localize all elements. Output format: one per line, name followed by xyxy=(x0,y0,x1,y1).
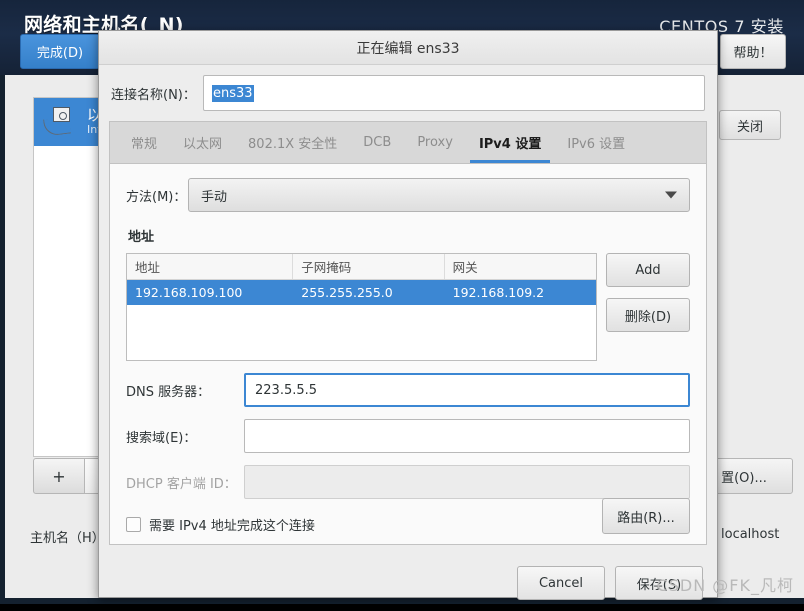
ipv4-settings-panel: 方法(M)： 手动 地址 地址 子网掩码 网关 192.168.109.100 … xyxy=(109,163,707,545)
connection-name-row: 连接名称(N)： ens33 xyxy=(99,65,717,121)
help-button[interactable]: 帮助！ xyxy=(720,34,786,69)
require-ipv4-checkbox[interactable] xyxy=(126,517,141,532)
dns-label: DNS 服务器： xyxy=(126,381,244,400)
add-device-button[interactable]: + xyxy=(33,458,85,494)
dialog-title: 正在编辑 ens33 xyxy=(356,38,459,58)
addresses-buttons: Add 删除(D) xyxy=(606,253,690,332)
table-row[interactable]: 192.168.109.100 255.255.255.0 192.168.10… xyxy=(127,280,596,305)
tab-dcb[interactable]: DCB xyxy=(350,122,404,163)
dhcp-client-id-label: DHCP 客户端 ID： xyxy=(126,473,244,492)
tab-proxy[interactable]: Proxy xyxy=(404,122,466,163)
cancel-button-label: Cancel xyxy=(539,576,583,591)
connection-name-input[interactable]: ens33 xyxy=(203,75,705,111)
done-button[interactable]: 完成(D) xyxy=(20,34,100,69)
tab-ipv6-settings-label: IPv6 设置 xyxy=(567,133,625,152)
dns-input[interactable]: 223.5.5.5 xyxy=(244,373,690,407)
tab-dcb-label: DCB xyxy=(363,135,391,150)
close-button-label: 关闭 xyxy=(737,116,763,135)
chevron-down-icon xyxy=(665,192,677,199)
cell-address: 192.168.109.100 xyxy=(127,280,293,305)
add-address-button[interactable]: Add xyxy=(606,253,690,287)
done-button-label: 完成(D) xyxy=(37,42,83,61)
table-header-row: 地址 子网掩码 网关 xyxy=(127,254,596,280)
tab-ipv4-settings[interactable]: IPv4 设置 xyxy=(466,122,554,163)
dialog-titlebar: 正在编辑 ens33 xyxy=(99,31,717,65)
addresses-area: 地址 子网掩码 网关 192.168.109.100 255.255.255.0… xyxy=(126,253,690,361)
tab-8021x-security[interactable]: 802.1X 安全性 xyxy=(235,122,350,163)
routes-button[interactable]: 路由(R)... xyxy=(602,498,690,534)
add-address-label: Add xyxy=(635,263,660,278)
delete-address-label: 删除(D) xyxy=(625,306,671,325)
search-domains-input[interactable] xyxy=(244,419,690,453)
column-header-address: 地址 xyxy=(127,254,293,279)
edit-connection-dialog: 正在编辑 ens33 连接名称(N)： ens33 常规 以太网 802.1X … xyxy=(98,30,718,598)
connection-name-label: 连接名称(N)： xyxy=(111,84,203,103)
ethernet-icon xyxy=(44,107,78,137)
routes-button-label: 路由(R)... xyxy=(617,507,675,526)
method-select-value: 手动 xyxy=(201,186,227,205)
cell-gateway: 192.168.109.2 xyxy=(445,280,596,305)
tab-ethernet-label: 以太网 xyxy=(183,133,222,152)
cell-netmask: 255.255.255.0 xyxy=(293,280,444,305)
method-row: 方法(M)： 手动 xyxy=(126,178,690,212)
require-ipv4-label: 需要 IPv4 地址完成这个连接 xyxy=(149,515,315,534)
configure-button-label: 置(O)... xyxy=(721,467,767,486)
dhcp-client-id-row: DHCP 客户端 ID： xyxy=(126,465,690,499)
settings-tabbar: 常规 以太网 802.1X 安全性 DCB Proxy IPv4 设置 IPv6… xyxy=(109,121,707,163)
hostname-label: 主机名（H） xyxy=(30,527,105,546)
addresses-table[interactable]: 地址 子网掩码 网关 192.168.109.100 255.255.255.0… xyxy=(126,253,597,361)
column-header-netmask: 子网掩码 xyxy=(293,254,444,279)
dns-value: 223.5.5.5 xyxy=(255,383,317,398)
hostname-value: localhost xyxy=(721,527,779,542)
method-label: 方法(M)： xyxy=(126,186,188,205)
dns-row: DNS 服务器： 223.5.5.5 xyxy=(126,373,690,407)
addresses-heading: 地址 xyxy=(128,226,690,245)
delete-address-button[interactable]: 删除(D) xyxy=(606,298,690,332)
add-device-label: + xyxy=(52,467,65,486)
tab-general[interactable]: 常规 xyxy=(118,122,170,163)
close-button[interactable]: 关闭 xyxy=(719,110,781,140)
connection-name-value: ens33 xyxy=(212,85,254,102)
tab-proxy-label: Proxy xyxy=(417,135,453,150)
tab-general-label: 常规 xyxy=(131,133,157,152)
dhcp-client-id-input xyxy=(244,465,690,499)
dialog-footer: Cancel 保存(S) xyxy=(99,555,717,611)
tab-8021x-security-label: 802.1X 安全性 xyxy=(248,133,337,152)
column-header-gateway: 网关 xyxy=(445,254,596,279)
search-domains-row: 搜索域(E)： xyxy=(126,419,690,453)
window-left-edge xyxy=(0,75,5,604)
save-button-label: 保存(S) xyxy=(637,574,681,593)
tab-ipv4-settings-label: IPv4 设置 xyxy=(479,133,541,152)
search-domains-label: 搜索域(E)： xyxy=(126,427,244,446)
help-button-label: 帮助！ xyxy=(733,42,772,61)
method-select[interactable]: 手动 xyxy=(188,178,690,212)
tab-ethernet[interactable]: 以太网 xyxy=(170,122,235,163)
cancel-button[interactable]: Cancel xyxy=(517,566,605,600)
save-button[interactable]: 保存(S) xyxy=(615,566,703,600)
tab-ipv6-settings[interactable]: IPv6 设置 xyxy=(554,122,638,163)
